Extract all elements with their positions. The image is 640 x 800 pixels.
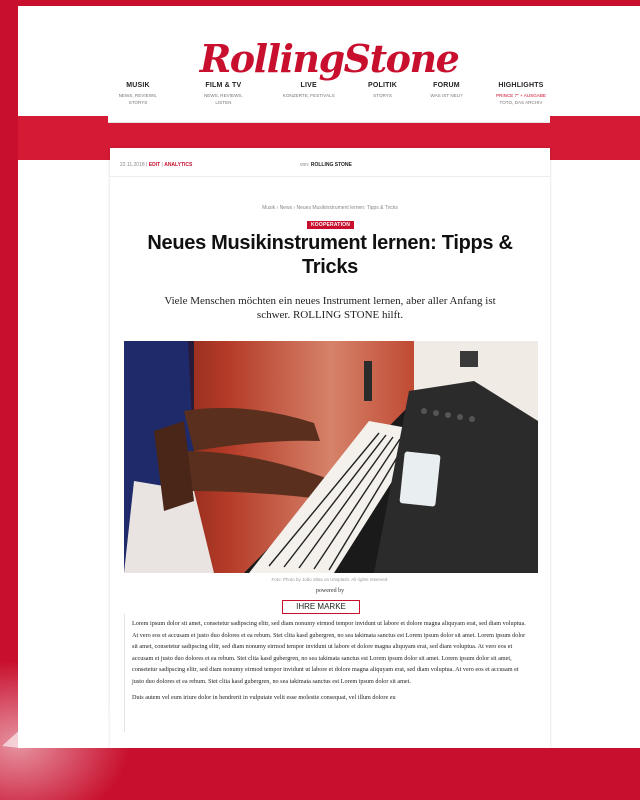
article-date-line: 22.11.2018 | EDIT | ANALYTICS <box>120 162 193 168</box>
rolling-stone-logo[interactable]: RollingStone <box>18 36 640 81</box>
article-subtitle: Viele Menschen möchten ein neues Instrum… <box>164 295 496 322</box>
article-date: 22.11.2018 <box>120 162 145 168</box>
article-hero-image <box>124 341 538 573</box>
photo-caption: Foto: Photo by João Silas on Unsplash. A… <box>271 577 389 582</box>
nav-title: FILM & TV <box>205 82 242 89</box>
nav-subtitle: NEWS, REVIEWS, LISTEN <box>203 93 243 105</box>
sponsor-brand-box[interactable]: IHRE MARKE <box>282 600 360 614</box>
page-frame: RollingStone MUSIK NEWS, REVIEWS, STORYS… <box>18 6 640 748</box>
article-author-line: von: ROLLING STONE <box>300 162 352 168</box>
nav-item-politik[interactable]: POLITIK STORYS <box>364 82 401 122</box>
article-meta: 22.11.2018 | EDIT | ANALYTICS von: ROLLI… <box>120 158 540 172</box>
nav-item-musik[interactable]: MUSIK NEWS, REVIEWS, STORYS <box>108 82 168 122</box>
nav-subtitle: KONZERTE, FESTIVALS <box>282 93 335 98</box>
powered-by-label: powered by <box>315 588 345 594</box>
nav-subtitle: WAS IST NEU? <box>430 93 463 98</box>
kooperation-badge: KOOPERATION <box>307 221 355 229</box>
main-navigation: MUSIK NEWS, REVIEWS, STORYS FILM & TV NE… <box>108 82 550 123</box>
author-name[interactable]: ROLLING STONE <box>311 162 352 168</box>
cursor-arrow-icon <box>2 678 96 748</box>
meta-divider <box>110 176 550 177</box>
highlight-link[interactable]: TOTO, DAS ARCHIV <box>499 100 542 105</box>
article-title: Neues Musikinstrument lernen: Tipps & Tr… <box>147 232 513 278</box>
nav-title: MUSIK <box>126 82 150 89</box>
keyboard-photo-illustration <box>124 341 538 573</box>
nav-item-highlights[interactable]: HIGHLIGHTS PRINCE 7" + AUSGABE TOTO, DAS… <box>492 82 550 122</box>
nav-title: POLITIK <box>368 82 398 89</box>
analytics-link[interactable]: ANALYTICS <box>164 162 192 168</box>
article-card: 22.11.2018 | EDIT | ANALYTICS von: ROLLI… <box>110 148 550 748</box>
nav-title: HIGHLIGHTS <box>498 82 544 89</box>
breadcrumb[interactable]: Musik › News › Neues Musikinstrument ler… <box>110 205 550 211</box>
nav-item-film-tv[interactable]: FILM & TV NEWS, REVIEWS, LISTEN <box>193 82 253 122</box>
text-left-rule <box>124 614 125 732</box>
nav-subtitle: NEWS, REVIEWS, STORYS <box>118 93 158 105</box>
body-paragraph: Lorem ipsum dolor sit amet, consetetur s… <box>132 620 526 685</box>
nav-subtitle: STORYS <box>373 93 392 98</box>
edit-link[interactable]: EDIT <box>149 162 160 168</box>
body-paragraph: Duis autem vel eum iriure dolor in hendr… <box>132 693 396 701</box>
highlight-link[interactable]: PRINCE 7" + AUSGABE <box>496 93 546 98</box>
nav-subtitle: PRINCE 7" + AUSGABE TOTO, DAS ARCHIV <box>496 93 546 107</box>
nav-item-live[interactable]: LIVE KONZERTE, FESTIVALS <box>279 82 339 122</box>
author-prefix: von: <box>300 162 310 168</box>
article-body: Lorem ipsum dolor sit amet, consetetur s… <box>132 618 532 707</box>
nav-item-forum[interactable]: FORUM WAS IST NEU? <box>426 82 466 122</box>
nav-title: FORUM <box>433 82 460 89</box>
nav-title: LIVE <box>300 82 317 89</box>
